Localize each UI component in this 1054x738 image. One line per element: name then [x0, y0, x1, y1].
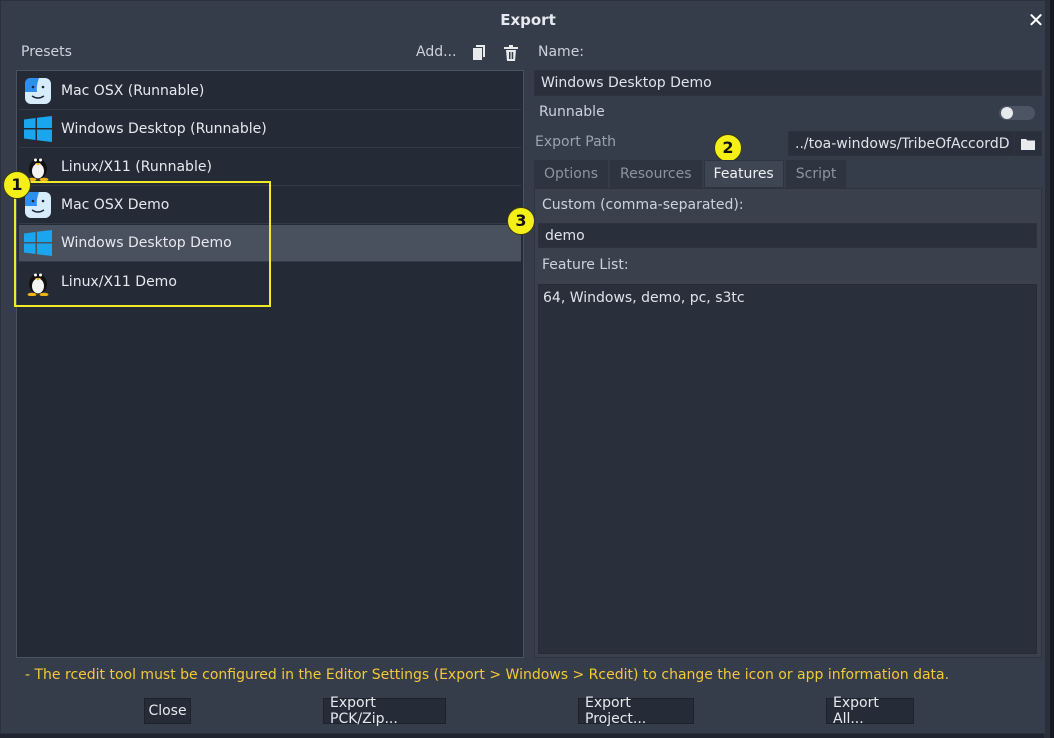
preset-label: Linux/X11 Demo	[61, 273, 177, 290]
export-dialog: Export ✕ Presets Add... Mac OSX (Runnabl…	[0, 0, 1046, 734]
close-icon[interactable]: ✕	[1025, 9, 1047, 31]
duplicate-icon[interactable]	[469, 43, 489, 63]
feature-list-value: 64, Windows, demo, pc, s3tc	[543, 290, 745, 306]
preset-item[interactable]: Mac OSX Demo	[19, 187, 521, 224]
annotation-badge-2: 2	[714, 134, 742, 162]
tab-resources[interactable]: Resources	[610, 160, 702, 188]
preset-label: Windows Desktop Demo	[61, 235, 232, 251]
runnable-toggle[interactable]	[999, 106, 1035, 120]
export-pck-zip-button[interactable]: Export PCK/Zip...	[323, 695, 446, 727]
tab-script[interactable]: Script	[785, 160, 847, 188]
preset-item[interactable]: Windows Desktop (Runnable)	[19, 111, 521, 148]
linux-tux-icon	[24, 268, 52, 296]
name-input[interactable]	[534, 70, 1042, 96]
annotation-badge-1: 1	[3, 171, 31, 199]
custom-features-input[interactable]	[538, 223, 1037, 248]
delete-icon[interactable]	[501, 43, 521, 63]
close-button[interactable]: Close	[144, 698, 191, 724]
export-path-value: ../toa-windows/TribeOfAccordD	[795, 135, 1010, 152]
feature-list-textarea[interactable]: 64, Windows, demo, pc, s3tc	[538, 284, 1037, 654]
name-label: Name:	[538, 44, 585, 60]
tab-bar: Options Resources Features Script	[534, 160, 848, 188]
dialog-title: Export	[500, 11, 556, 29]
export-project-button[interactable]: Export Project...	[578, 695, 694, 727]
windows-icon	[24, 115, 52, 143]
export-path-input[interactable]: ../toa-windows/TribeOfAccordD	[788, 131, 1014, 156]
runnable-label: Runnable	[539, 104, 605, 120]
tab-options[interactable]: Options	[534, 160, 609, 188]
tab-features[interactable]: Features	[703, 160, 784, 188]
add-preset-button[interactable]: Add...	[416, 44, 456, 60]
feature-list-label: Feature List:	[542, 257, 629, 273]
preset-label: Mac OSX Demo	[61, 197, 170, 213]
preset-item[interactable]: Linux/X11 (Runnable)	[19, 149, 521, 186]
preset-label: Windows Desktop (Runnable)	[61, 121, 267, 137]
preset-item-selected[interactable]: Windows Desktop Demo	[19, 225, 521, 262]
macos-finder-icon	[24, 77, 52, 105]
preset-label: Linux/X11 (Runnable)	[61, 159, 212, 175]
preset-item[interactable]: Linux/X11 Demo	[19, 263, 521, 300]
rcedit-warning: - The rcedit tool must be configured in …	[25, 667, 950, 683]
macos-finder-icon	[24, 191, 52, 219]
preset-label: Mac OSX (Runnable)	[61, 83, 205, 99]
export-path-label: Export Path	[535, 134, 617, 150]
preset-item[interactable]: Mac OSX (Runnable)	[19, 73, 521, 110]
windows-icon	[24, 229, 52, 257]
annotation-badge-3: 3	[507, 207, 535, 235]
export-all-button[interactable]: Export All...	[826, 695, 914, 727]
folder-icon[interactable]	[1014, 131, 1042, 156]
presets-label: Presets	[21, 44, 72, 60]
presets-list[interactable]: Mac OSX (Runnable) Windows Desktop (Runn…	[16, 70, 524, 658]
custom-features-label: Custom (comma-separated):	[542, 197, 744, 213]
